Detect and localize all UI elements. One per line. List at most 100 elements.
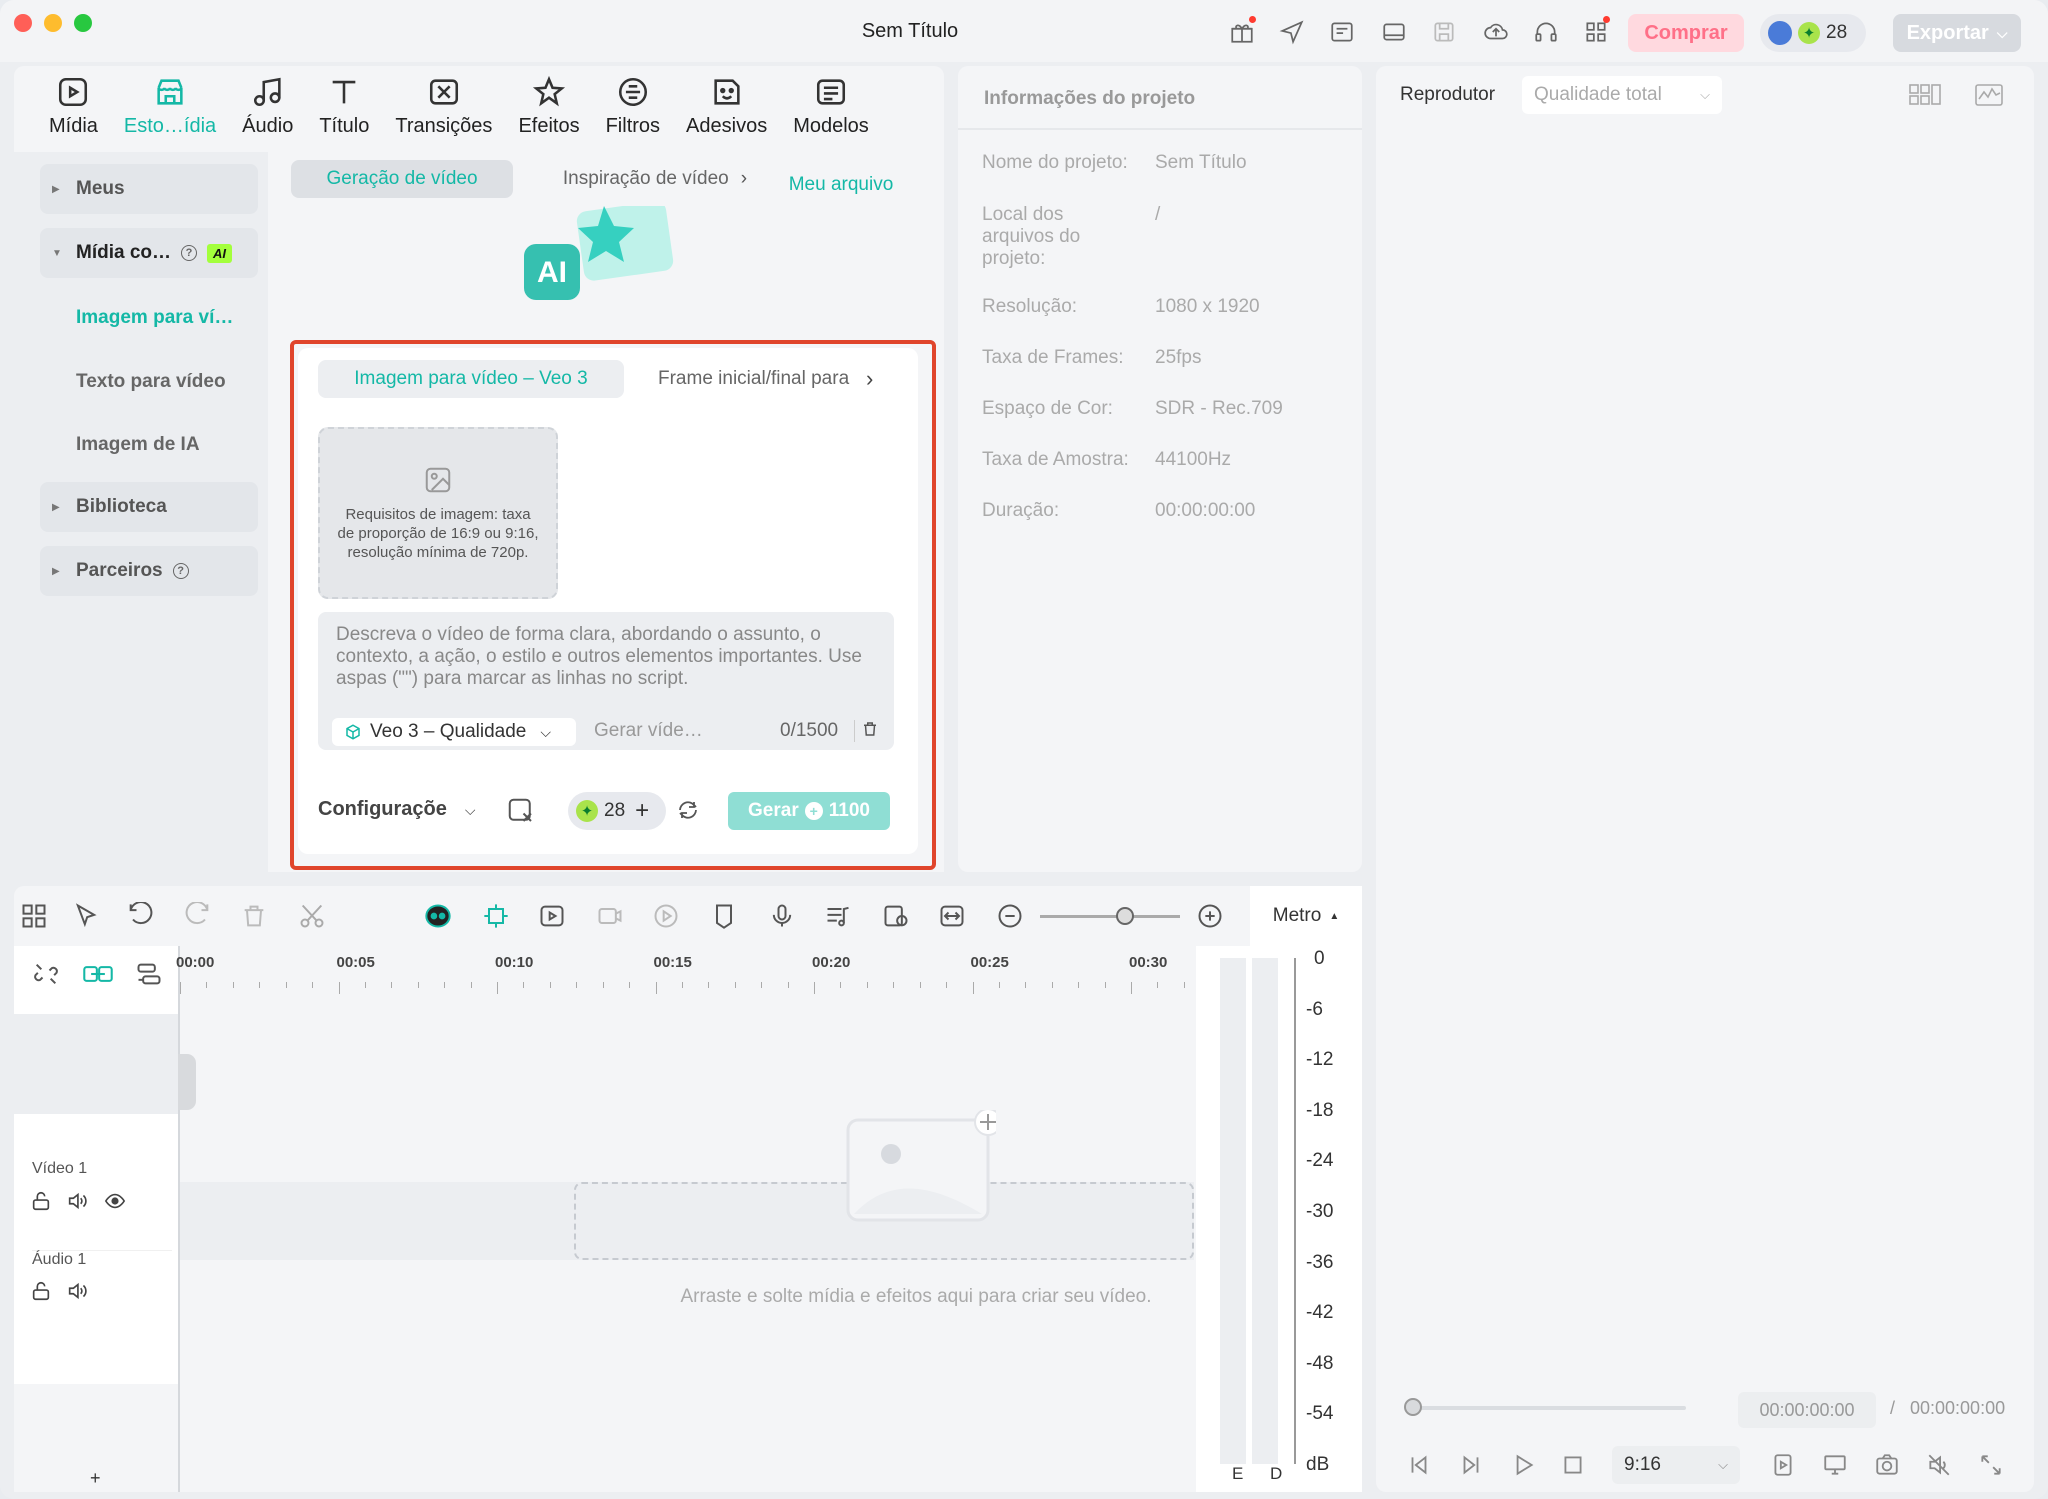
tab-audio[interactable]: Áudio xyxy=(229,66,306,138)
track-options-icon[interactable] xyxy=(134,960,164,993)
layout-icon[interactable] xyxy=(1380,18,1408,46)
redo-icon[interactable] xyxy=(184,901,212,930)
link-clips-icon[interactable] xyxy=(82,960,114,993)
quality-select[interactable]: Qualidade total ⌵ xyxy=(1522,76,1722,114)
volume-icon[interactable] xyxy=(66,1280,88,1307)
fit-timeline-icon[interactable] xyxy=(938,902,966,930)
buy-button[interactable]: Comprar xyxy=(1628,14,1744,52)
tab-filtros[interactable]: Filtros xyxy=(593,66,673,138)
export-button[interactable]: Exportar ⌵ xyxy=(1893,14,2021,52)
tab-efeitos[interactable]: Efeitos xyxy=(505,66,592,138)
sidebar-item-imagem-para-video[interactable]: Imagem para ví… xyxy=(76,307,233,329)
image-upload-area[interactable]: Requisitos de imagem: taxa de proporção … xyxy=(318,427,558,599)
stop-icon[interactable] xyxy=(1560,1452,1586,1483)
select-cursor-icon[interactable] xyxy=(72,902,100,930)
marker-icon[interactable] xyxy=(710,902,738,930)
undo-icon[interactable] xyxy=(126,901,154,930)
unlink-icon[interactable] xyxy=(32,960,60,993)
sidebar-item-label: Meus xyxy=(76,178,125,199)
gift-icon[interactable] xyxy=(1228,16,1256,46)
speed-icon[interactable] xyxy=(538,902,566,930)
credits-chip[interactable]: ✦ 28 + xyxy=(568,792,666,830)
tab-titulo[interactable]: Título xyxy=(306,66,382,138)
ai-video-icon[interactable] xyxy=(596,902,624,930)
send-icon[interactable] xyxy=(1278,18,1306,46)
waveform-icon[interactable] xyxy=(1974,82,2004,113)
zoom-in-icon[interactable] xyxy=(1196,902,1224,930)
refresh-icon[interactable] xyxy=(676,798,702,824)
preview-render-icon[interactable] xyxy=(882,902,910,930)
snapshot-camera-icon[interactable] xyxy=(1874,1452,1900,1483)
my-files-link[interactable]: Meu arquivo xyxy=(776,166,906,204)
play-icon[interactable] xyxy=(1510,1452,1536,1483)
fullscreen-icon[interactable] xyxy=(1978,1452,2004,1483)
mute-icon[interactable] xyxy=(1926,1452,1952,1483)
display-icon[interactable] xyxy=(1822,1452,1848,1483)
eye-icon[interactable] xyxy=(104,1190,126,1217)
tab-modelos[interactable]: Modelos xyxy=(780,66,882,138)
help-icon[interactable]: ? xyxy=(181,245,198,261)
sidebar-item-biblioteca[interactable]: ▶ Biblioteca xyxy=(40,482,258,532)
credits-badge[interactable]: ✦ 28 xyxy=(1760,14,1866,52)
meter-bar-right xyxy=(1252,958,1278,1464)
zoom-slider[interactable] xyxy=(1040,915,1180,918)
apps-grid-icon[interactable] xyxy=(1582,16,1610,46)
tab-transicoes[interactable]: Transições xyxy=(382,66,505,138)
prompt-box[interactable]: Descreva o vídeo de forma clara, abordan… xyxy=(318,612,894,750)
model-select[interactable]: Veo 3 – Qualidade ⌵ xyxy=(332,718,576,746)
render-preview-icon[interactable] xyxy=(1770,1452,1796,1483)
ai-watermark-icon[interactable] xyxy=(506,796,536,826)
trash-icon[interactable] xyxy=(854,720,876,742)
prev-frame-icon[interactable] xyxy=(1406,1452,1432,1483)
transition-icon xyxy=(429,79,458,105)
add-track-button[interactable]: + xyxy=(90,1468,101,1489)
save-icon[interactable] xyxy=(1430,18,1458,46)
task-list-icon[interactable] xyxy=(1328,18,1356,46)
lock-icon[interactable] xyxy=(30,1190,52,1217)
help-icon[interactable]: ? xyxy=(172,563,189,579)
tab-inspiracao-de-video[interactable]: Inspiração de vídeo › xyxy=(550,160,760,198)
split-scissors-icon[interactable] xyxy=(298,902,326,930)
grid-view-icon[interactable] xyxy=(1908,82,1942,113)
microphone-icon[interactable] xyxy=(768,902,796,930)
sidebar-item-texto-para-video[interactable]: Texto para vídeo xyxy=(76,371,226,393)
ai-robot-icon[interactable] xyxy=(424,902,452,930)
plus-icon[interactable]: + xyxy=(635,797,649,825)
sidebar-item-meus[interactable]: ▶ Meus xyxy=(40,164,258,214)
generate-video-input[interactable]: Gerar víde… xyxy=(594,720,703,742)
add-media-illustration[interactable] xyxy=(846,1108,1002,1222)
playhead-handle[interactable] xyxy=(178,1054,196,1110)
ai-badge: AI xyxy=(207,243,233,263)
layout-grid-icon[interactable] xyxy=(20,902,48,930)
ruler-tick xyxy=(259,982,261,988)
ruler-tick xyxy=(312,982,314,988)
settings-dropdown[interactable]: Configuraçõe ⌵ xyxy=(318,798,476,821)
avatar[interactable] xyxy=(1768,21,1792,45)
meter-toggle[interactable]: Metro ▲ xyxy=(1250,886,1362,946)
sidebar-item-parceiros[interactable]: ▶ Parceiros? xyxy=(40,546,258,596)
tab-frame-inicial-final[interactable]: Frame inicial/final para xyxy=(640,360,890,398)
delete-icon[interactable] xyxy=(240,902,268,930)
tab-estoque-midia[interactable]: Esto…ídia xyxy=(111,66,229,138)
tab-midia[interactable]: Mídia xyxy=(36,66,111,138)
play-circle-icon[interactable] xyxy=(652,902,680,930)
generate-button[interactable]: Gerar + 1100 xyxy=(728,792,890,830)
headset-icon[interactable] xyxy=(1532,18,1560,46)
sidebar-item-imagem-de-ia[interactable]: Imagem de IA xyxy=(76,434,200,456)
tab-imagem-para-video-veo3[interactable]: Imagem para vídeo – Veo 3 xyxy=(318,360,624,398)
zoom-out-icon[interactable] xyxy=(996,902,1024,930)
tab-adesivos[interactable]: Adesivos xyxy=(673,66,780,138)
chevron-right-icon[interactable]: › xyxy=(866,366,873,392)
tab-geracao-de-video[interactable]: Geração de vídeo xyxy=(291,160,513,198)
zoom-slider-handle[interactable] xyxy=(1116,907,1134,925)
auto-detect-icon[interactable] xyxy=(482,902,510,930)
scrubber-handle[interactable] xyxy=(1404,1398,1422,1416)
sidebar-item-midia-co[interactable]: ▼ Mídia co…? AI xyxy=(40,228,258,278)
aspect-ratio-select[interactable]: 9:16 ⌵ xyxy=(1612,1446,1740,1484)
volume-icon[interactable] xyxy=(66,1190,88,1217)
cloud-upload-icon[interactable] xyxy=(1482,18,1510,46)
lock-icon[interactable] xyxy=(30,1280,52,1307)
playback-scrubber[interactable] xyxy=(1406,1406,1686,1410)
audio-track-icon[interactable] xyxy=(824,902,852,930)
next-frame-icon[interactable] xyxy=(1458,1452,1484,1483)
